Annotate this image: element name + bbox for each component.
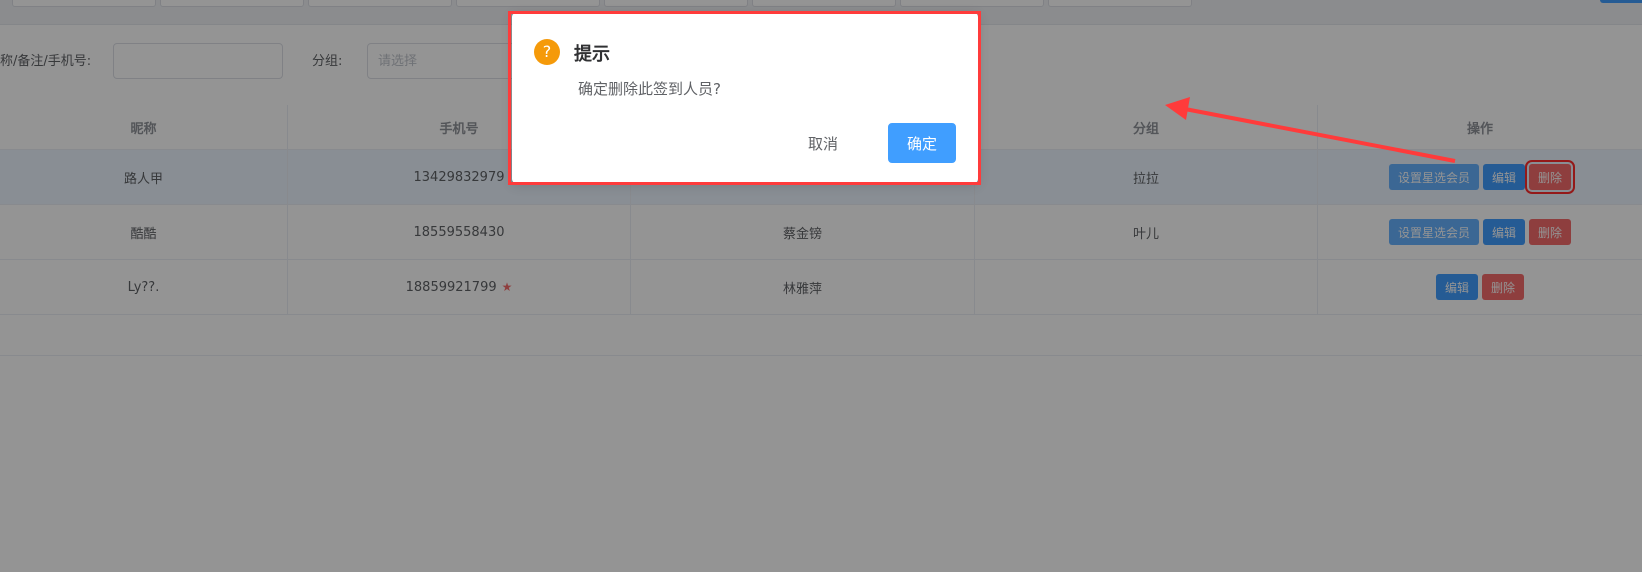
cancel-button[interactable]: 取消 (792, 123, 854, 163)
dialog-title: 提示 (574, 44, 610, 65)
question-icon: ? (534, 39, 560, 65)
dialog-message: 确定删除此签到人员? (578, 80, 721, 98)
confirm-button[interactable]: 确定 (888, 123, 956, 163)
confirm-dialog: ? 提示 确定删除此签到人员? 取消 确定 (512, 13, 978, 183)
